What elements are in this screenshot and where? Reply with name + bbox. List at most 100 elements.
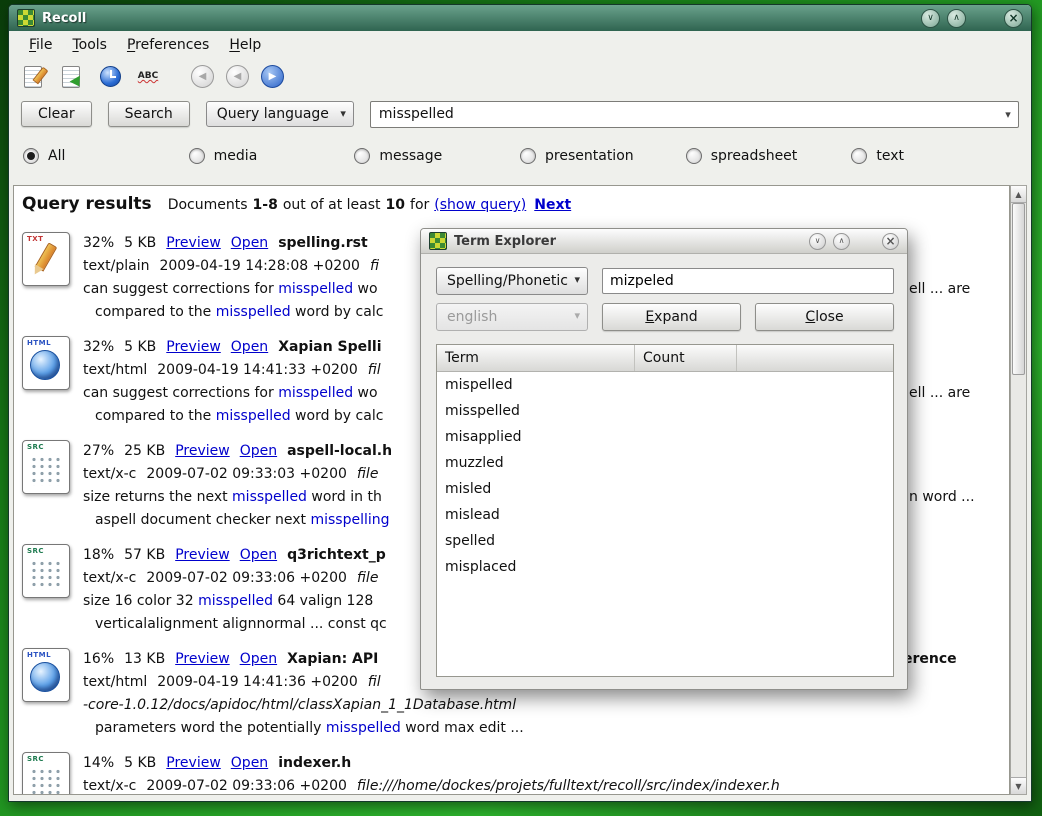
term-table-header: Term Count [437,345,893,372]
search-input[interactable]: misspelled [379,106,1000,122]
open-link[interactable]: Open [231,755,268,771]
scroll-up-icon[interactable] [1011,186,1026,203]
open-link[interactable]: Open [240,651,277,667]
filter-text[interactable]: text [851,148,1017,164]
term-row[interactable]: misled [437,476,893,502]
next-page-link[interactable]: Next [534,197,571,213]
query-language-label: Query language [217,106,329,122]
term-input[interactable] [602,268,894,294]
mime-type: text/x-c [83,778,136,794]
term-row[interactable]: mispelled [437,372,893,398]
dialog-title: Term Explorer [454,234,556,249]
result-item: SRC14%5 KBPreviewOpenindexer.htext/x-c20… [22,752,1009,795]
abstract-text: misspelled [278,281,353,297]
doc-url: file [357,466,379,482]
result-abstract-line: -core-1.0.12/docs/apidoc/html/classXapia… [83,694,1009,717]
abstract-text: misspelled [216,408,291,424]
count-column-header[interactable]: Count [635,345,737,371]
src-file-icon[interactable]: SRC [22,752,70,795]
html-file-icon[interactable]: HTML [22,648,70,702]
menu-preferences[interactable]: Preferences [117,34,219,56]
term-column-header[interactable]: Term [437,345,635,371]
src-file-icon[interactable]: SRC [22,440,70,494]
term-row[interactable]: misplaced [437,554,893,580]
term-row[interactable]: spelled [437,528,893,554]
search-dropdown-icon[interactable] [1000,106,1016,122]
titlebar[interactable]: Recoll [9,5,1031,31]
dialog-maximize-icon[interactable] [833,233,850,250]
menu-tools[interactable]: Tools [62,34,117,56]
radio-icon[interactable] [23,148,39,164]
filter-presentation[interactable]: presentation [520,148,686,164]
abstract-text: word in th [307,489,382,505]
update-index-icon[interactable] [59,63,85,89]
term-row[interactable]: misspelled [437,398,893,424]
txt-file-icon[interactable]: TXT [22,232,70,286]
window-title: Recoll [42,11,86,26]
preview-link[interactable]: Preview [175,651,230,667]
preview-link[interactable]: Preview [175,547,230,563]
term-row[interactable]: mislead [437,502,893,528]
src-file-icon[interactable]: SRC [22,544,70,598]
clear-search-icon[interactable] [21,63,47,89]
search-button[interactable]: Search [108,101,190,127]
preview-link[interactable]: Preview [166,235,221,251]
recoll-app-icon [17,9,35,27]
desktop: Recoll FileToolsPreferencesHelp ABC [0,0,1042,816]
filter-media[interactable]: media [189,148,355,164]
language-dropdown[interactable]: english [436,303,588,331]
dialog-minimize-icon[interactable] [809,233,826,250]
file-size: 57 KB [124,547,165,563]
close-icon[interactable] [1004,9,1023,28]
next-page-button[interactable] [261,65,284,88]
term-explorer-icon[interactable]: ABC [135,63,161,89]
radio-icon[interactable] [686,148,702,164]
abstract-text: wo [353,385,377,401]
open-link[interactable]: Open [240,547,277,563]
term-mode-dropdown[interactable]: Spelling/Phonetic [436,267,588,295]
clear-button[interactable]: Clear [21,101,92,127]
dialog-close-icon[interactable] [882,233,899,250]
preview-link[interactable]: Preview [166,339,221,355]
open-link[interactable]: Open [231,339,268,355]
outof-label: out of at least [283,197,381,213]
menu-help[interactable]: Help [219,34,271,56]
dialog-close-button[interactable]: Close [755,303,894,331]
relevance-percent: 32% [83,235,114,251]
preview-link[interactable]: Preview [175,443,230,459]
filter-spreadsheet[interactable]: spreadsheet [686,148,852,164]
radio-icon[interactable] [354,148,370,164]
preview-link[interactable]: Preview [166,755,221,771]
scrollbar-thumb[interactable] [1012,203,1025,375]
doc-url: file [357,570,379,586]
show-query-link[interactable]: (show query) [434,197,526,213]
search-combobox[interactable]: misspelled [370,101,1019,128]
query-language-dropdown[interactable]: Query language [206,101,354,127]
menu-file[interactable]: File [19,34,62,56]
history-icon[interactable] [97,63,123,89]
file-art [23,753,69,795]
filter-message[interactable]: message [354,148,520,164]
term-row[interactable]: misapplied [437,424,893,450]
minimize-icon[interactable] [921,9,940,28]
results-scrollbar[interactable] [1010,185,1027,795]
prev-page-button[interactable] [226,65,249,88]
radio-icon[interactable] [189,148,205,164]
file-size: 5 KB [124,755,156,771]
html-file-icon[interactable]: HTML [22,336,70,390]
abstract-text: word by calc [291,304,384,320]
open-link[interactable]: Open [240,443,277,459]
language-value: english [447,309,497,325]
dialog-titlebar[interactable]: Term Explorer [421,229,907,254]
term-row[interactable]: muzzled [437,450,893,476]
maximize-icon[interactable] [947,9,966,28]
abstract-text: size 16 color 32 [83,593,198,609]
open-link[interactable]: Open [231,235,268,251]
first-page-button[interactable] [191,65,214,88]
radio-icon[interactable] [520,148,536,164]
filter-all[interactable]: All [23,148,189,164]
result-title: q3richtext_p [287,547,386,563]
scroll-down-icon[interactable] [1011,777,1026,794]
expand-button[interactable]: Expand [602,303,741,331]
radio-icon[interactable] [851,148,867,164]
